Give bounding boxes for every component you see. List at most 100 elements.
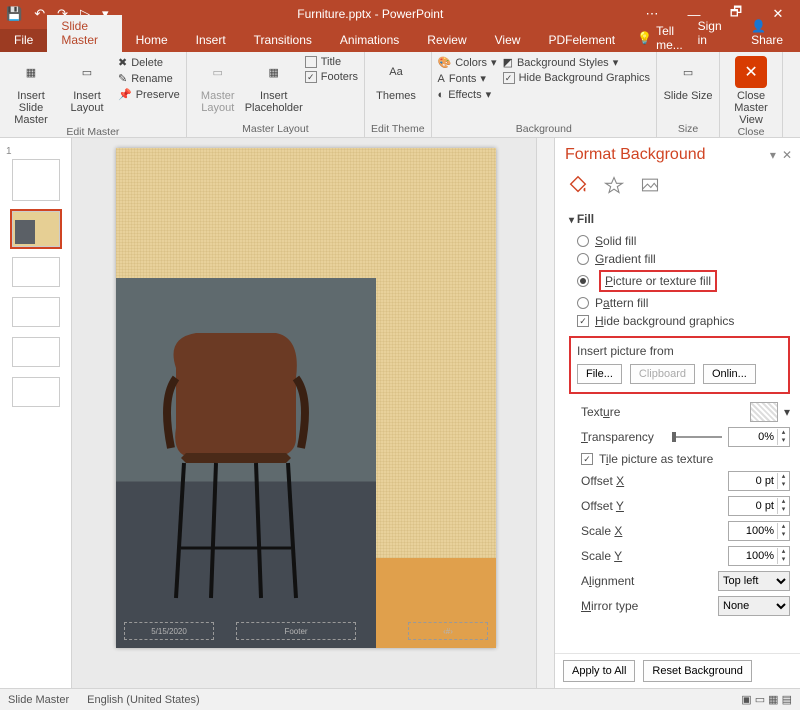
pane-options-icon[interactable]: ▾ xyxy=(770,148,776,162)
title-checkbox[interactable]: Title xyxy=(305,56,358,68)
master-number: 1 xyxy=(6,146,65,157)
scale-y-spinner[interactable]: ▴▾ xyxy=(728,546,790,566)
scale-x-label: Scale X xyxy=(581,524,722,538)
effects-button[interactable]: ◐Effects ▾ xyxy=(438,88,497,101)
window-title: Furniture.pptx - PowerPoint xyxy=(109,7,632,21)
gradient-fill-radio[interactable]: Gradient fill xyxy=(577,252,790,266)
pattern-fill-radio[interactable]: Pattern fill xyxy=(577,296,790,310)
fill-tab-icon[interactable] xyxy=(565,172,591,198)
layout-thumb[interactable] xyxy=(12,211,60,247)
master-thumb[interactable] xyxy=(12,159,60,201)
offset-y-label: Offset Y xyxy=(581,499,722,513)
sign-in-link[interactable]: Sign in xyxy=(684,15,737,52)
file-button[interactable]: File... xyxy=(577,364,622,384)
footers-checkbox[interactable]: ✓Footers xyxy=(305,71,358,83)
share-button[interactable]: 👤 Share xyxy=(737,15,800,52)
fill-section-header[interactable]: Fill xyxy=(569,212,790,226)
tab-slide-master[interactable]: Slide Master xyxy=(47,15,121,52)
insert-placeholder-button[interactable]: ▦ Insert Placeholder xyxy=(249,56,299,114)
mirror-select[interactable]: None xyxy=(718,596,790,616)
group-background: Background xyxy=(438,123,651,137)
close-master-view-button[interactable]: ✕ Close Master View xyxy=(726,56,776,126)
save-icon[interactable]: 💾 xyxy=(6,6,22,22)
placeholder-icon: ▦ xyxy=(258,56,290,88)
picture-fill-radio[interactable]: Picture or texture fill xyxy=(577,270,790,292)
effects-tab-icon[interactable] xyxy=(601,172,627,198)
scale-x-spinner[interactable]: ▴▾ xyxy=(728,521,790,541)
insert-picture-from-label: Insert picture from xyxy=(577,344,782,358)
slide-size-button[interactable]: ▭ Slide Size xyxy=(663,56,713,102)
master-layout-icon: ▭ xyxy=(202,56,234,88)
delete-layout-button[interactable]: ✖Delete xyxy=(118,56,180,69)
group-master-layout: Master Layout xyxy=(193,123,358,137)
group-edit-theme: Edit Theme xyxy=(371,123,425,137)
fonts-button[interactable]: AFonts ▾ xyxy=(438,72,497,85)
status-bar: Slide Master English (United States) ▣ ▭… xyxy=(0,688,800,710)
tab-home[interactable]: Home xyxy=(122,29,182,52)
tab-review[interactable]: Review xyxy=(413,29,480,52)
rename-icon: ✎ xyxy=(118,72,127,85)
status-language[interactable]: English (United States) xyxy=(87,694,200,706)
tab-view[interactable]: View xyxy=(481,29,535,52)
tab-transitions[interactable]: Transitions xyxy=(240,29,326,52)
pane-title: Format Background xyxy=(565,146,764,164)
apply-to-all-button[interactable]: Apply to All xyxy=(563,660,635,682)
slide-master-icon: ▦ xyxy=(15,56,47,88)
themes-button[interactable]: Aa Themes xyxy=(371,56,421,102)
preserve-icon: 📌 xyxy=(118,88,132,101)
offset-x-spinner[interactable]: ▴▾ xyxy=(728,471,790,491)
slide-size-icon: ▭ xyxy=(672,56,704,88)
insert-slide-master-button[interactable]: ▦ Insert Slide Master xyxy=(6,56,56,126)
scale-y-label: Scale Y xyxy=(581,549,722,563)
online-button[interactable]: Onlin... xyxy=(703,364,756,384)
texture-picker[interactable] xyxy=(750,402,778,422)
thumbnail-pane[interactable]: 1 xyxy=(0,138,72,688)
ribbon: ▦ Insert Slide Master ▭ Insert Layout ✖D… xyxy=(0,52,800,138)
picture-tab-icon[interactable] xyxy=(637,172,663,198)
layout-thumb[interactable] xyxy=(12,257,60,287)
slide-number-placeholder[interactable]: ‹#› xyxy=(408,622,488,640)
date-placeholder[interactable]: 5/15/2020 xyxy=(124,622,214,640)
transparency-slider[interactable] xyxy=(672,430,722,444)
view-buttons[interactable]: ▣ ▭ ▦ ▤ xyxy=(741,693,792,706)
layout-thumb[interactable] xyxy=(12,377,60,407)
format-background-pane: Format Background ▾ ✕ Fill Solid fill Gr… xyxy=(554,138,800,688)
tab-pdfelement[interactable]: PDFelement xyxy=(534,29,629,52)
alignment-select[interactable]: Top left xyxy=(718,571,790,591)
clipboard-button: Clipboard xyxy=(630,364,695,384)
status-view: Slide Master xyxy=(8,694,69,706)
tab-animations[interactable]: Animations xyxy=(326,29,413,52)
colors-button[interactable]: 🎨Colors ▾ xyxy=(438,56,497,69)
effects-icon: ◐ xyxy=(438,89,445,101)
colors-icon: 🎨 xyxy=(438,56,452,69)
layout-thumb[interactable] xyxy=(12,337,60,367)
transparency-spinner[interactable]: ▴▾ xyxy=(728,427,790,447)
layout-thumb[interactable] xyxy=(12,297,60,327)
offset-y-spinner[interactable]: ▴▾ xyxy=(728,496,790,516)
solid-fill-radio[interactable]: Solid fill xyxy=(577,234,790,248)
master-layout-button[interactable]: ▭ Master Layout xyxy=(193,56,243,114)
insert-picture-from-box: Insert picture from File... Clipboard On… xyxy=(569,336,790,394)
tab-file[interactable]: File xyxy=(0,29,47,52)
rename-layout-button[interactable]: ✎Rename xyxy=(118,72,180,85)
pane-close-icon[interactable]: ✕ xyxy=(782,148,792,162)
insert-layout-button[interactable]: ▭ Insert Layout xyxy=(62,56,112,114)
chair-photo xyxy=(116,278,376,648)
vertical-scrollbar[interactable] xyxy=(536,138,554,688)
reset-background-button[interactable]: Reset Background xyxy=(643,660,752,682)
close-icon: ✕ xyxy=(735,56,767,88)
slide-canvas[interactable]: 5/15/2020 Footer ‹#› xyxy=(116,148,496,648)
background-styles-button[interactable]: ◩Background Styles ▾ xyxy=(503,56,650,69)
fonts-icon: A xyxy=(438,73,445,85)
tab-insert[interactable]: Insert xyxy=(182,29,240,52)
tile-checkbox[interactable]: ✓Tile picture as texture xyxy=(581,452,790,466)
footer-placeholder[interactable]: Footer xyxy=(236,622,356,640)
tell-me[interactable]: 💡 Tell me... xyxy=(637,24,683,52)
hide-bg-graphics-check[interactable]: ✓Hide background graphics xyxy=(577,314,790,328)
hide-bg-graphics-checkbox[interactable]: ✓Hide Background Graphics xyxy=(503,72,650,84)
preserve-button[interactable]: 📌Preserve xyxy=(118,88,180,101)
layout-icon: ▭ xyxy=(71,56,103,88)
slide-edit-area[interactable]: 5/15/2020 Footer ‹#› xyxy=(72,138,554,688)
transparency-label: Transparency xyxy=(581,430,666,444)
undo-icon[interactable]: ↶ xyxy=(34,6,45,22)
